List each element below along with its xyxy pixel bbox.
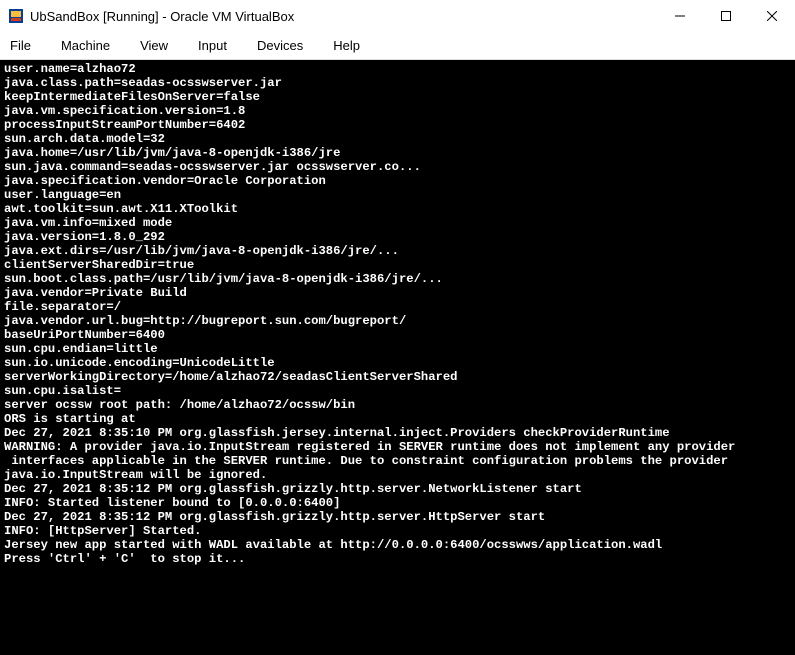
terminal-line: java.home=/usr/lib/jvm/java-8-openjdk-i3…	[4, 146, 791, 160]
terminal-line: WARNING: A provider java.io.InputStream …	[4, 440, 791, 454]
terminal-line: java.io.InputStream will be ignored.	[4, 468, 791, 482]
terminal-line: sun.cpu.endian=little	[4, 342, 791, 356]
terminal-line: sun.cpu.isalist=	[4, 384, 791, 398]
maximize-button[interactable]	[703, 0, 749, 32]
terminal-line: java.class.path=seadas-ocsswserver.jar	[4, 76, 791, 90]
menubar: File Machine View Input Devices Help	[0, 32, 795, 60]
terminal-line: interfaces applicable in the SERVER runt…	[4, 454, 791, 468]
close-button[interactable]	[749, 0, 795, 32]
menu-devices[interactable]: Devices	[257, 38, 303, 53]
terminal-line: java.vm.info=mixed mode	[4, 216, 791, 230]
terminal-line: clientServerSharedDir=true	[4, 258, 791, 272]
terminal-line: Dec 27, 2021 8:35:10 PM org.glassfish.je…	[4, 426, 791, 440]
terminal-line: java.vm.specification.version=1.8	[4, 104, 791, 118]
window-controls	[657, 0, 795, 32]
terminal-line: awt.toolkit=sun.awt.X11.XToolkit	[4, 202, 791, 216]
terminal-line: file.separator=/	[4, 300, 791, 314]
titlebar: UbSandBox [Running] - Oracle VM VirtualB…	[0, 0, 795, 32]
menu-view[interactable]: View	[140, 38, 168, 53]
terminal-line: keepIntermediateFilesOnServer=false	[4, 90, 791, 104]
window-title: UbSandBox [Running] - Oracle VM VirtualB…	[30, 9, 657, 24]
minimize-button[interactable]	[657, 0, 703, 32]
terminal-line: Dec 27, 2021 8:35:12 PM org.glassfish.gr…	[4, 510, 791, 524]
terminal-line: INFO: [HttpServer] Started.	[4, 524, 791, 538]
terminal-line: java.version=1.8.0_292	[4, 230, 791, 244]
terminal-output[interactable]: user.name=alzhao72java.class.path=seadas…	[0, 60, 795, 655]
terminal-line: sun.java.command=seadas-ocsswserver.jar …	[4, 160, 791, 174]
menu-machine[interactable]: Machine	[61, 38, 110, 53]
terminal-line: java.vendor=Private Build	[4, 286, 791, 300]
terminal-line: baseUriPortNumber=6400	[4, 328, 791, 342]
terminal-line: java.vendor.url.bug=http://bugreport.sun…	[4, 314, 791, 328]
terminal-line: java.ext.dirs=/usr/lib/jvm/java-8-openjd…	[4, 244, 791, 258]
terminal-line: ORS is starting at	[4, 412, 791, 426]
terminal-line: serverWorkingDirectory=/home/alzhao72/se…	[4, 370, 791, 384]
terminal-line: Jersey new app started with WADL availab…	[4, 538, 791, 552]
menu-help[interactable]: Help	[333, 38, 360, 53]
terminal-line: sun.boot.class.path=/usr/lib/jvm/java-8-…	[4, 272, 791, 286]
menu-input[interactable]: Input	[198, 38, 227, 53]
terminal-line: processInputStreamPortNumber=6402	[4, 118, 791, 132]
terminal-line: user.name=alzhao72	[4, 62, 791, 76]
terminal-line: sun.io.unicode.encoding=UnicodeLittle	[4, 356, 791, 370]
terminal-line: server ocssw root path: /home/alzhao72/o…	[4, 398, 791, 412]
menu-file[interactable]: File	[10, 38, 31, 53]
terminal-line: user.language=en	[4, 188, 791, 202]
terminal-line: sun.arch.data.model=32	[4, 132, 791, 146]
terminal-line: INFO: Started listener bound to [0.0.0.0…	[4, 496, 791, 510]
terminal-line: Press 'Ctrl' + 'C' to stop it...	[4, 552, 791, 566]
app-icon	[8, 8, 24, 24]
terminal-line: Dec 27, 2021 8:35:12 PM org.glassfish.gr…	[4, 482, 791, 496]
terminal-line: java.specification.vendor=Oracle Corpora…	[4, 174, 791, 188]
